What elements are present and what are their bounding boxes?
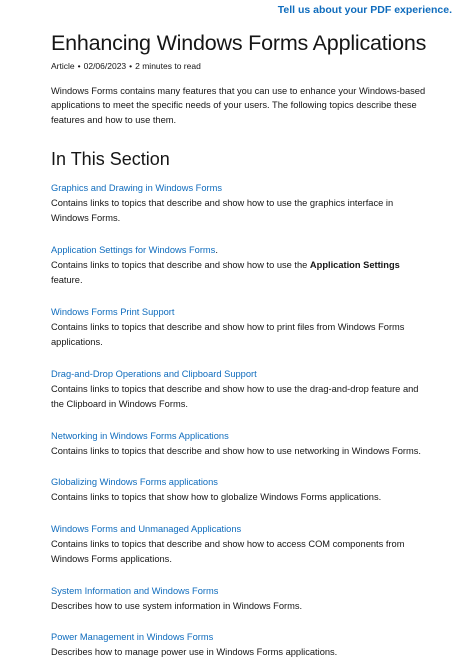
topic-description: Contains links to topics that show how t…: [51, 492, 382, 503]
topic-link-networking[interactable]: Networking in Windows Forms Applications: [51, 429, 229, 443]
article-type: Article: [51, 61, 75, 71]
topic-item: System Information and Windows Forms Des…: [51, 581, 431, 615]
meta-separator: •: [77, 61, 81, 71]
topic-link-system-information[interactable]: System Information and Windows Forms: [51, 584, 218, 598]
topic-item: Drag-and-Drop Operations and Clipboard S…: [51, 364, 431, 413]
intro-paragraph: Windows Forms contains many features tha…: [51, 86, 426, 125]
pdf-feedback-link[interactable]: Tell us about your PDF experience.: [278, 4, 452, 16]
topic-item: Graphics and Drawing in Windows Forms Co…: [51, 178, 431, 227]
read-time: 2 minutes to read: [135, 61, 201, 71]
topic-item: Networking in Windows Forms Applications…: [51, 426, 431, 460]
topic-description: Contains links to topics that describe a…: [51, 197, 394, 224]
topic-item: Application Settings for Windows Forms. …: [51, 240, 431, 289]
topic-description: Describes how to manage power use in Win…: [51, 647, 338, 658]
topic-description: Contains links to topics that describe a…: [51, 445, 421, 456]
topic-link-graphics-drawing[interactable]: Graphics and Drawing in Windows Forms: [51, 181, 222, 195]
section-heading: In This Section: [51, 148, 170, 169]
article-date: 02/06/2023: [83, 61, 127, 71]
article-meta: Article • 02/06/2023 • 2 minutes to read: [51, 60, 431, 72]
topic-item: Windows Forms and Unmanaged Applications…: [51, 519, 431, 568]
page-title: Enhancing Windows Forms Applications: [51, 31, 427, 55]
topic-description-text: Contains links to topics that describe a…: [51, 259, 310, 270]
topic-link-print-support[interactable]: Windows Forms Print Support: [51, 305, 174, 319]
topic-description: Contains links to topics that describe a…: [51, 538, 405, 565]
topic-link-unmanaged-applications[interactable]: Windows Forms and Unmanaged Applications: [51, 522, 241, 536]
article-content: Enhancing Windows Forms Applications Art…: [51, 28, 431, 661]
topic-item: Windows Forms Print Support Contains lin…: [51, 302, 431, 351]
topic-description: Contains links to topics that describe a…: [51, 383, 419, 410]
topic-item: Globalizing Windows Forms applications C…: [51, 472, 431, 506]
topic-item: Power Management in Windows Forms Descri…: [51, 627, 431, 661]
topic-description-bold: Application Settings: [309, 259, 400, 270]
topic-link-globalizing[interactable]: Globalizing Windows Forms applications: [51, 475, 218, 489]
topic-description: Contains links to topics that describe a…: [51, 258, 431, 289]
topic-link-period: .: [215, 244, 218, 255]
topic-description: Contains links to topics that describe a…: [51, 321, 405, 348]
topic-description: Describes how to use system information …: [51, 600, 303, 611]
meta-separator: •: [129, 61, 133, 71]
topic-link-drag-drop-clipboard[interactable]: Drag-and-Drop Operations and Clipboard S…: [51, 367, 257, 381]
topic-link-power-management[interactable]: Power Management in Windows Forms: [51, 630, 213, 644]
topic-link-application-settings[interactable]: Application Settings for Windows Forms: [51, 243, 215, 257]
topic-description-text: feature.: [51, 275, 83, 286]
